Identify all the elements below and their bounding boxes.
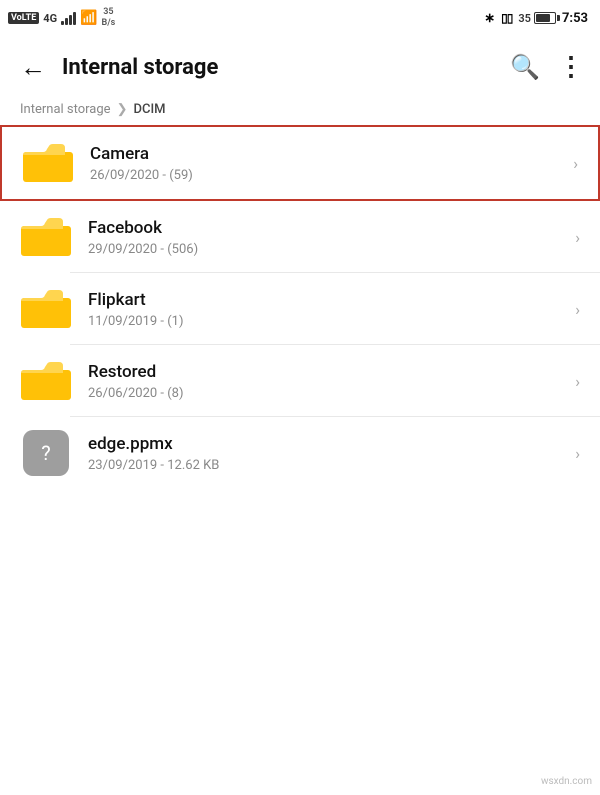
speed-text: 35 B/s xyxy=(102,7,116,29)
signal-bar-1 xyxy=(61,21,64,25)
battery-percent: 35 xyxy=(518,12,531,25)
signal-4g: 4G xyxy=(43,12,57,25)
chevron-right-icon: › xyxy=(575,444,580,463)
battery-icon xyxy=(534,12,556,24)
folder-icon xyxy=(20,287,72,331)
list-item[interactable]: Camera 26/09/2020 - (59) › xyxy=(0,125,600,201)
folder-info: Camera 26/09/2020 - (59) xyxy=(90,143,565,182)
breadcrumb-current: DCIM xyxy=(133,102,165,117)
breadcrumb-root[interactable]: Internal storage xyxy=(20,102,111,117)
signal-bar-4 xyxy=(73,12,76,25)
vibrate-icon: ▯▯ xyxy=(501,11,512,25)
chevron-right-icon: › xyxy=(575,372,580,391)
folder-meta: 11/09/2019 - (1) xyxy=(88,314,567,329)
folder-name: Camera xyxy=(90,143,565,165)
folder-meta: 26/09/2020 - (59) xyxy=(90,168,565,183)
folder-meta: 23/09/2019 - 12.62 KB xyxy=(88,458,567,473)
folder-name: Facebook xyxy=(88,217,567,239)
watermark: wsxdn.com xyxy=(541,776,592,787)
folder-name: Flipkart xyxy=(88,289,567,311)
folder-name: Restored xyxy=(88,361,567,383)
list-item[interactable]: Flipkart 11/09/2019 - (1) › xyxy=(0,273,600,345)
back-button[interactable]: ← xyxy=(16,48,50,87)
folder-info: Restored 26/06/2020 - (8) xyxy=(88,361,567,400)
volte-badge: VoLTE xyxy=(8,12,39,24)
chevron-right-icon: › xyxy=(575,300,580,319)
folder-list: Camera 26/09/2020 - (59) › Facebook 29/09/20… xyxy=(0,125,600,489)
folder-meta: 26/06/2020 - (8) xyxy=(88,386,567,401)
time-display: 7:53 xyxy=(562,11,588,26)
list-item[interactable]: ? edge.ppmx 23/09/2019 - 12.62 KB › xyxy=(0,417,600,489)
breadcrumb-separator: ❯ xyxy=(117,102,128,117)
status-left: VoLTE 4G 📶 35 B/s xyxy=(8,7,115,29)
signal-bar-3 xyxy=(69,15,72,25)
battery-fill xyxy=(536,14,550,22)
app-bar: ← Internal storage 🔍 ⋮ xyxy=(0,36,600,98)
app-bar-icons: 🔍 ⋮ xyxy=(510,52,584,82)
signal-bars xyxy=(61,11,76,25)
status-bar: VoLTE 4G 📶 35 B/s ∗ ▯▯ 35 7:53 xyxy=(0,0,600,36)
folder-icon xyxy=(20,359,72,403)
more-options-icon[interactable]: ⋮ xyxy=(558,52,584,82)
breadcrumb: Internal storage ❯ DCIM xyxy=(0,98,600,125)
page-title: Internal storage xyxy=(62,55,498,80)
file-icon: ? xyxy=(20,431,72,475)
bluetooth-icon: ∗ xyxy=(484,11,495,26)
folder-icon xyxy=(20,215,72,259)
list-item[interactable]: Facebook 29/09/2020 - (506) › xyxy=(0,201,600,273)
folder-info: Facebook 29/09/2020 - (506) xyxy=(88,217,567,256)
chevron-right-icon: › xyxy=(573,154,578,173)
signal-bar-2 xyxy=(65,18,68,25)
search-icon[interactable]: 🔍 xyxy=(510,53,540,81)
chevron-right-icon: › xyxy=(575,228,580,247)
folder-info: Flipkart 11/09/2019 - (1) xyxy=(88,289,567,328)
wifi-icon: 📶 xyxy=(80,10,97,26)
unknown-file-icon: ? xyxy=(23,430,69,476)
folder-info: edge.ppmx 23/09/2019 - 12.62 KB xyxy=(88,433,567,472)
battery-container: 35 xyxy=(518,12,556,25)
folder-meta: 29/09/2020 - (506) xyxy=(88,242,567,257)
folder-icon xyxy=(22,141,74,185)
status-right: ∗ ▯▯ 35 7:53 xyxy=(484,11,588,26)
list-item[interactable]: Restored 26/06/2020 - (8) › xyxy=(0,345,600,417)
folder-name: edge.ppmx xyxy=(88,433,567,455)
